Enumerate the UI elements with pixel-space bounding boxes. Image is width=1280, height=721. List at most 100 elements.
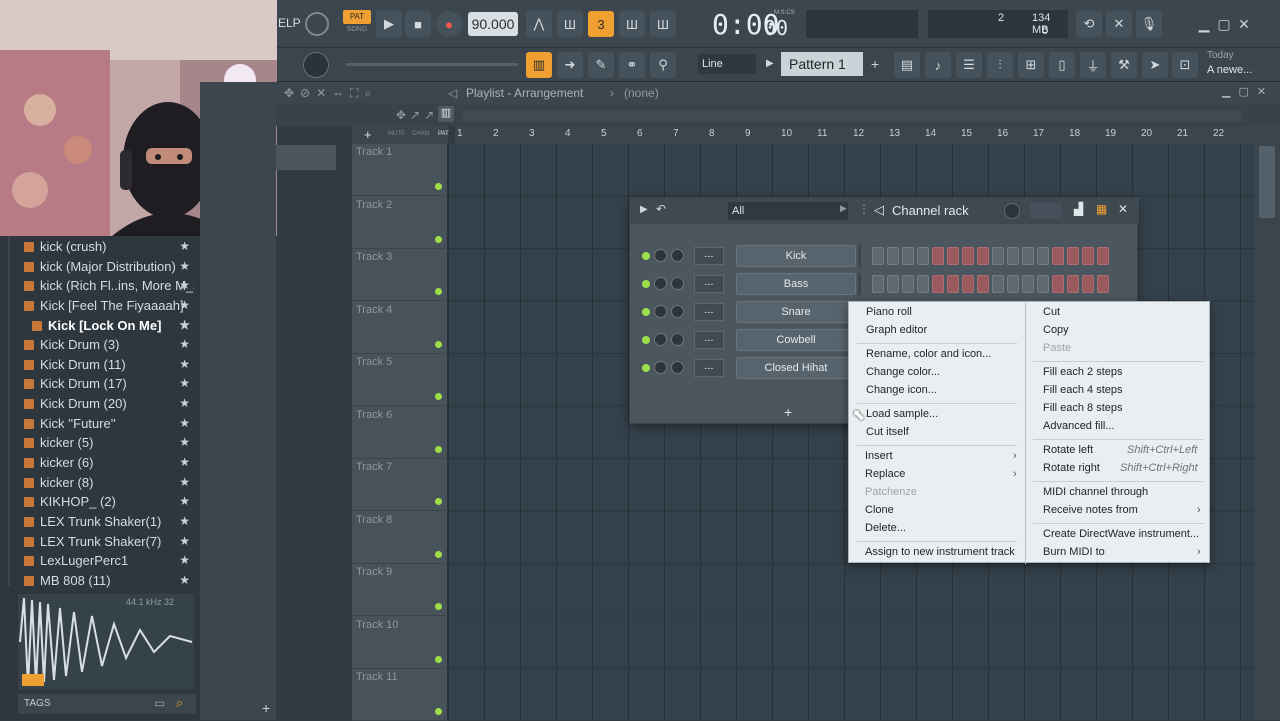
menu-item-advanced-fill[interactable]: Advanced fill... bbox=[1043, 420, 1115, 432]
close-button[interactable]: ✕ bbox=[1236, 16, 1252, 32]
playlist-mini-icons[interactable]: ✥↗↗ bbox=[396, 108, 438, 122]
menu-item-graph-editor[interactable]: Graph editor bbox=[866, 324, 927, 336]
step-button[interactable] bbox=[932, 247, 944, 265]
step-button[interactable] bbox=[1097, 247, 1109, 265]
brush-tool-button[interactable]: ✎ bbox=[588, 52, 614, 78]
channel-row[interactable]: --- Cowbell bbox=[638, 329, 858, 351]
browser-item[interactable]: Kick Drum (3) ★ bbox=[22, 335, 194, 354]
add-track-button[interactable]: + bbox=[262, 700, 276, 718]
step-button[interactable] bbox=[1067, 275, 1079, 293]
channel-mute-led[interactable] bbox=[642, 308, 650, 316]
menu-item-assign-instrument-track[interactable]: Assign to new instrument track bbox=[865, 546, 1015, 558]
step-button[interactable] bbox=[947, 247, 959, 265]
mixer-track-slot[interactable]: --- bbox=[694, 359, 724, 377]
metronome-button[interactable]: ⋀ bbox=[526, 11, 552, 37]
channel-mute-led[interactable] bbox=[642, 280, 650, 288]
step-button[interactable] bbox=[1037, 275, 1049, 293]
step-button[interactable] bbox=[872, 275, 884, 293]
step-button[interactable] bbox=[1052, 247, 1064, 265]
track-mute-led[interactable] bbox=[435, 655, 442, 663]
master-volume-knob[interactable] bbox=[305, 12, 329, 36]
shop-button[interactable]: ⊡ bbox=[1172, 52, 1198, 78]
step-button[interactable] bbox=[962, 275, 974, 293]
help-menu[interactable]: ELP bbox=[278, 16, 301, 30]
channel-volume-knob[interactable] bbox=[654, 333, 667, 346]
pitch-knob[interactable] bbox=[303, 52, 329, 78]
link-button[interactable]: ⚭ bbox=[619, 52, 645, 78]
step-button[interactable] bbox=[887, 247, 899, 265]
menu-item-load-sample[interactable]: Load sample... bbox=[866, 408, 938, 420]
master-pitch-slider[interactable] bbox=[346, 63, 518, 66]
browser-button[interactable]: ⊞ bbox=[1018, 52, 1044, 78]
tempo-display[interactable]: 90.000 bbox=[468, 12, 518, 36]
step-sequencer-row[interactable] bbox=[872, 275, 1122, 295]
channel-row[interactable]: --- Kick bbox=[638, 245, 858, 267]
step-button[interactable] bbox=[917, 247, 929, 265]
browser-item-selected[interactable]: Kick [Lock On Me] ★ bbox=[30, 316, 194, 335]
project-button[interactable]: ▯ bbox=[1049, 52, 1075, 78]
wait-input-button[interactable]: Ш bbox=[557, 11, 583, 37]
track-header[interactable]: Track 10 bbox=[352, 617, 448, 669]
channel-mute-led[interactable] bbox=[642, 364, 650, 372]
pattern-prev[interactable]: ▶ bbox=[766, 54, 780, 74]
star-icon[interactable]: ★ bbox=[179, 492, 190, 511]
channel-pan-knob[interactable] bbox=[671, 361, 684, 374]
steps-display[interactable] bbox=[1030, 203, 1062, 219]
step-view-icon[interactable]: ▦ bbox=[1096, 202, 1107, 216]
browser-item[interactable]: Kick Drum (20) ★ bbox=[22, 394, 194, 413]
mixer-track-slot[interactable]: --- bbox=[694, 275, 724, 293]
menu-item-burn-midi[interactable]: Burn MIDI to › bbox=[1043, 546, 1207, 558]
browser-item[interactable]: Kick Drum (17) ★ bbox=[22, 374, 194, 393]
star-icon[interactable]: ★ bbox=[179, 335, 190, 354]
step-button[interactable] bbox=[1097, 275, 1109, 293]
step-button[interactable] bbox=[992, 275, 1004, 293]
step-edit-button[interactable]: Ш bbox=[619, 11, 645, 37]
menu-item-fill-2[interactable]: Fill each 2 steps bbox=[1043, 366, 1122, 378]
star-icon[interactable]: ★ bbox=[179, 453, 190, 472]
star-icon[interactable]: ★ bbox=[179, 433, 190, 452]
browser-item[interactable]: kicker (8) ★ bbox=[22, 473, 194, 492]
scroll-thumb[interactable] bbox=[1259, 146, 1275, 218]
swing-knob[interactable] bbox=[1004, 203, 1020, 219]
step-button[interactable] bbox=[1022, 247, 1034, 265]
playlist-hscroll[interactable] bbox=[462, 110, 1242, 122]
track-header[interactable]: Track 5 bbox=[352, 354, 448, 406]
channel-row[interactable]: --- Closed Hihat bbox=[638, 357, 858, 379]
send-button[interactable]: ➤ bbox=[1142, 52, 1168, 78]
add-pattern-button[interactable]: + bbox=[871, 54, 885, 74]
step-button[interactable] bbox=[932, 275, 944, 293]
step-button[interactable] bbox=[977, 275, 989, 293]
playlist-vscroll[interactable] bbox=[1255, 126, 1280, 720]
step-button[interactable] bbox=[1022, 275, 1034, 293]
track-header[interactable]: Track 1 bbox=[352, 144, 448, 196]
step-button[interactable] bbox=[917, 275, 929, 293]
channel-rack-titlebar[interactable]: ▶ ↶ All ▶ ⋮ ◁ Channel rack ▟ ▦ ✕ bbox=[630, 198, 1139, 224]
channel-name-button[interactable]: Bass bbox=[736, 273, 856, 295]
star-icon[interactable]: ★ bbox=[179, 571, 190, 590]
graph-icon[interactable]: ▟ bbox=[1074, 202, 1083, 216]
menu-item-cut-itself[interactable]: Cut itself bbox=[866, 426, 909, 438]
track-mute-led[interactable] bbox=[435, 340, 442, 348]
folder-icon[interactable]: ▭ bbox=[154, 696, 165, 710]
add-channel-button[interactable]: + bbox=[784, 404, 792, 420]
channel-pan-knob[interactable] bbox=[671, 277, 684, 290]
menu-item-replace[interactable]: Replace › bbox=[865, 468, 1021, 480]
tools-button[interactable]: ⚒ bbox=[1111, 52, 1137, 78]
channel-mute-led[interactable] bbox=[642, 336, 650, 344]
mixer-track-slot[interactable]: --- bbox=[694, 331, 724, 349]
channel-name-button[interactable]: Cowbell bbox=[736, 329, 856, 351]
playlist-view-button[interactable]: ▤ bbox=[894, 52, 920, 78]
menu-item-piano-roll[interactable]: Piano roll bbox=[866, 306, 912, 318]
track-header[interactable]: Track 2 bbox=[352, 197, 448, 249]
drag-handle-icon[interactable]: ⋮ bbox=[858, 202, 870, 216]
browser-item[interactable]: Kick ''Future'' ★ bbox=[22, 414, 194, 433]
timeline-ruler[interactable]: 1 2 3 4 5 6 7 8 9 10 11 12 13 14 15 16 17 18 19 20 21 22 bbox=[455, 126, 1255, 144]
channel-row[interactable]: --- Snare bbox=[638, 301, 858, 323]
track-header[interactable]: Track 4 bbox=[352, 302, 448, 354]
mixer-track-slot[interactable]: --- bbox=[694, 303, 724, 321]
mixer-track-slot[interactable]: --- bbox=[694, 247, 724, 265]
step-button[interactable] bbox=[1007, 275, 1019, 293]
track-mute-led[interactable] bbox=[435, 550, 442, 558]
channel-volume-knob[interactable] bbox=[654, 249, 667, 262]
menu-item-create-directwave[interactable]: Create DirectWave instrument... bbox=[1043, 528, 1199, 540]
